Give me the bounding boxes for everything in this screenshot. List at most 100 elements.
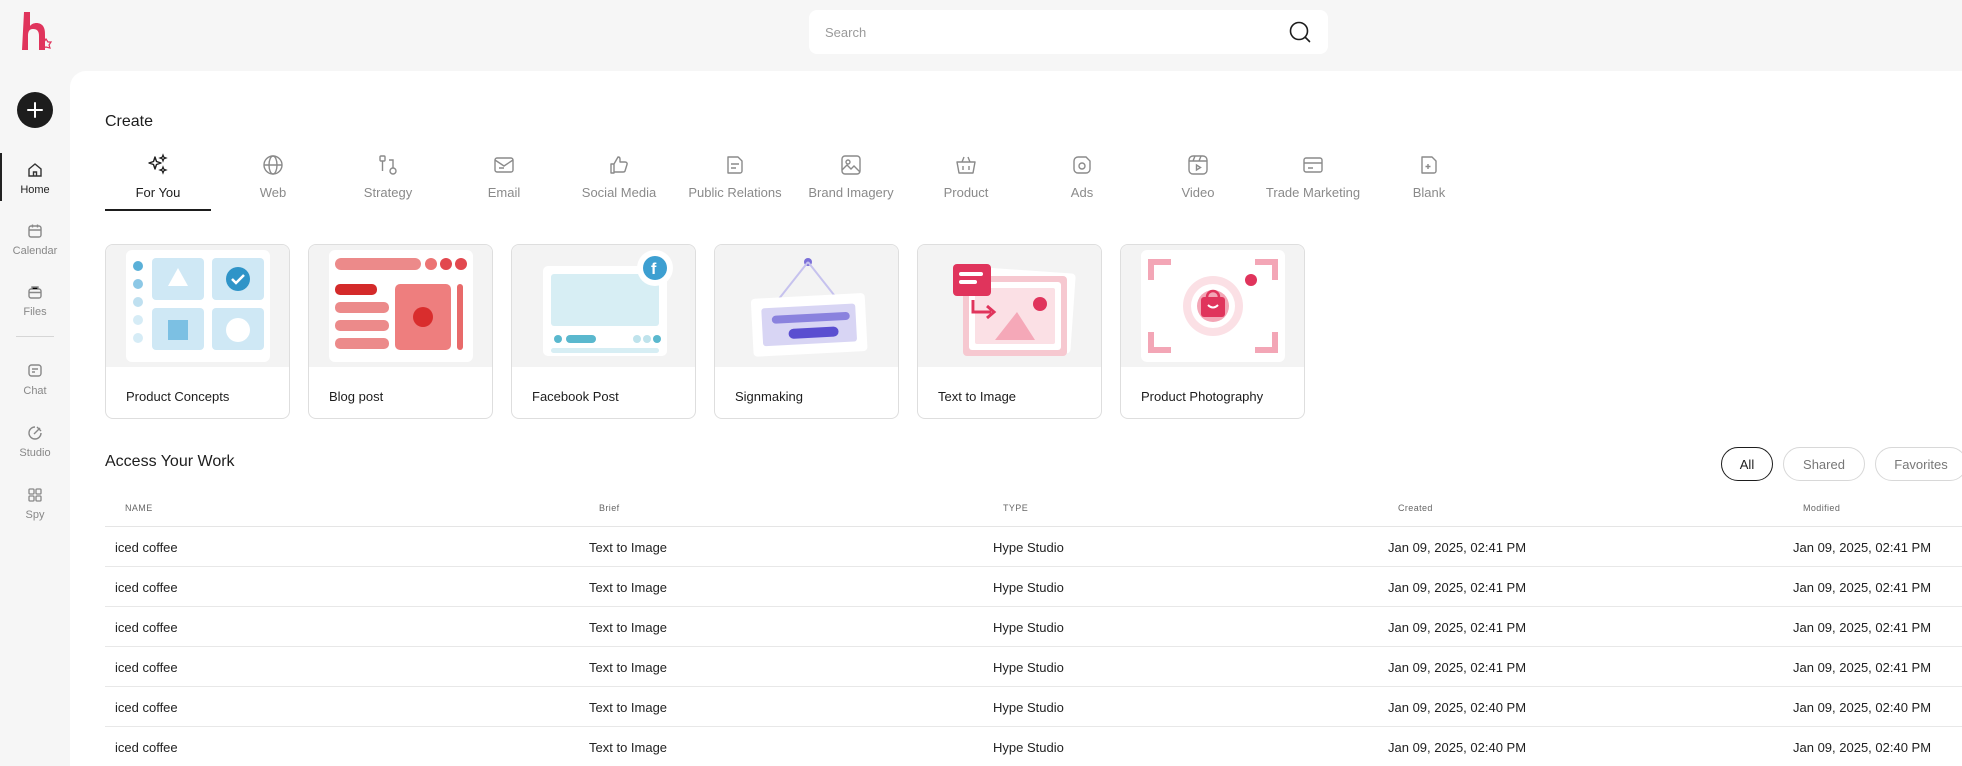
tab-label: Brand Imagery <box>808 185 894 200</box>
card-icon <box>1303 157 1323 173</box>
sidebar-item-studio[interactable]: Studio <box>0 424 70 459</box>
column-header-modified[interactable]: Modified <box>1803 503 1840 513</box>
filter-favorites[interactable]: Favorites <box>1875 447 1962 481</box>
tab-label: Web <box>259 185 287 200</box>
access-work-title: Access Your Work <box>105 453 235 470</box>
chat-icon <box>28 364 42 377</box>
search-bar[interactable] <box>809 10 1328 54</box>
cell-created: Jan 09, 2025, 02:40 PM <box>1388 740 1527 755</box>
tab-brand-imagery[interactable]: Brand Imagery <box>798 153 904 211</box>
tab-label: Trade Marketing <box>1265 185 1361 200</box>
tab-label: Video <box>1181 185 1215 200</box>
card-signmaking[interactable]: Signmaking <box>714 244 899 419</box>
filter-shared[interactable]: Shared <box>1783 447 1865 481</box>
tab-blank[interactable]: Blank <box>1376 153 1482 211</box>
sidebar-item-spy[interactable]: Spy <box>0 486 70 521</box>
main-panel: Create For You Web Strategy Email Social… <box>70 71 1962 766</box>
card-thumbnail <box>715 245 898 367</box>
table-row[interactable]: iced coffee Text to Image Hype Studio Ja… <box>105 647 1962 687</box>
table-row[interactable]: iced coffee Text to Image Hype Studio Ja… <box>105 527 1962 567</box>
table-row[interactable]: iced coffee Text to Image Hype Studio Ja… <box>105 567 1962 607</box>
ads-icon <box>1073 156 1091 174</box>
tab-web[interactable]: Web <box>220 153 326 211</box>
search-input[interactable] <box>825 24 1288 40</box>
card-blog-post[interactable]: Blog post <box>308 244 493 419</box>
column-header-type[interactable]: TYPE <box>1003 503 1028 513</box>
tab-for-you[interactable]: For You <box>105 153 211 211</box>
column-header-name[interactable]: NAME <box>125 503 153 513</box>
tab-trade-marketing[interactable]: Trade Marketing <box>1260 153 1366 211</box>
sidebar-item-label: Spy <box>25 509 45 521</box>
studio-icon <box>28 426 42 440</box>
cell-created: Jan 09, 2025, 02:41 PM <box>1388 540 1527 555</box>
card-label: Text to Image <box>938 389 1017 404</box>
sidebar-item-label: Files <box>23 306 47 318</box>
brand-logo[interactable] <box>22 10 56 56</box>
calendar-icon <box>28 224 42 238</box>
cell-modified: Jan 09, 2025, 02:41 PM <box>1793 620 1932 635</box>
column-header-brief[interactable]: Brief <box>599 503 620 513</box>
sparkles-icon <box>148 153 168 175</box>
tab-email[interactable]: Email <box>451 153 557 211</box>
search-icon[interactable] <box>1288 20 1312 44</box>
card-product-photography[interactable]: Product Photography <box>1120 244 1305 419</box>
table-row[interactable]: iced coffee Text to Image Hype Studio Ja… <box>105 687 1962 727</box>
sidebar-item-chat[interactable]: Chat <box>0 362 70 397</box>
card-thumbnail <box>1121 245 1304 367</box>
cell-type: Hype Studio <box>993 620 1064 635</box>
sidebar-item-calendar[interactable]: Calendar <box>0 222 70 257</box>
facebook-post-illustration: f <box>542 250 673 356</box>
tab-strategy[interactable]: Strategy <box>335 153 441 211</box>
sidebar-item-files[interactable]: Files <box>0 283 70 318</box>
card-label: Product Concepts <box>126 389 230 404</box>
thumbs-up-icon <box>610 156 628 174</box>
tab-label: Public Relations <box>688 185 782 200</box>
table-row[interactable]: iced coffee Text to Image Hype Studio Ja… <box>105 727 1962 766</box>
card-label: Signmaking <box>735 389 803 404</box>
card-thumbnail <box>309 245 492 367</box>
cell-modified: Jan 09, 2025, 02:41 PM <box>1793 660 1932 675</box>
cell-brief: Text to Image <box>589 660 668 675</box>
cell-modified: Jan 09, 2025, 02:40 PM <box>1793 700 1932 715</box>
tab-ads[interactable]: Ads <box>1029 153 1135 211</box>
tab-label: Ads <box>1070 185 1094 200</box>
cell-name: iced coffee <box>115 700 178 715</box>
cell-type: Hype Studio <box>993 580 1064 595</box>
cell-created: Jan 09, 2025, 02:41 PM <box>1388 620 1527 635</box>
sidebar-divider <box>16 336 54 337</box>
card-thumbnail <box>106 245 289 367</box>
tab-social-media[interactable]: Social Media <box>566 153 672 211</box>
svg-text:f: f <box>651 261 657 278</box>
sidebar-item-home[interactable]: Home <box>0 153 70 201</box>
card-label: Facebook Post <box>532 389 619 404</box>
tab-video[interactable]: Video <box>1145 153 1251 211</box>
cell-name: iced coffee <box>115 660 178 675</box>
column-header-created[interactable]: Created <box>1398 503 1433 513</box>
card-product-concepts[interactable]: Product Concepts <box>105 244 290 419</box>
tab-label: Social Media <box>581 185 657 200</box>
cell-name: iced coffee <box>115 740 178 755</box>
product-concepts-illustration <box>125 250 270 362</box>
text-to-image-illustration <box>952 264 1076 356</box>
card-facebook-post[interactable]: f Facebook Post <box>511 244 696 419</box>
sidebar-item-label: Calendar <box>12 245 58 257</box>
card-thumbnail: f <box>512 245 695 367</box>
sidebar-item-label: Studio <box>19 447 51 459</box>
card-text-to-image[interactable]: Text to Image <box>917 244 1102 419</box>
cell-modified: Jan 09, 2025, 02:40 PM <box>1793 740 1932 755</box>
filter-all[interactable]: All <box>1721 447 1773 481</box>
tab-label: Strategy <box>363 185 413 200</box>
cell-brief: Text to Image <box>589 740 668 755</box>
table-header: NAME Brief TYPE Created Modified <box>105 489 1962 527</box>
video-icon <box>1188 155 1208 175</box>
cell-name: iced coffee <box>115 580 178 595</box>
tab-product[interactable]: Product <box>913 153 1019 211</box>
tab-public-relations[interactable]: Public Relations <box>682 153 788 211</box>
table-row[interactable]: iced coffee Text to Image Hype Studio Ja… <box>105 607 1962 647</box>
strategy-icon <box>379 155 397 175</box>
cell-type: Hype Studio <box>993 700 1064 715</box>
new-button[interactable] <box>17 92 53 128</box>
document-icon <box>727 156 743 174</box>
blog-post-illustration <box>328 250 473 362</box>
cell-type: Hype Studio <box>993 740 1064 755</box>
